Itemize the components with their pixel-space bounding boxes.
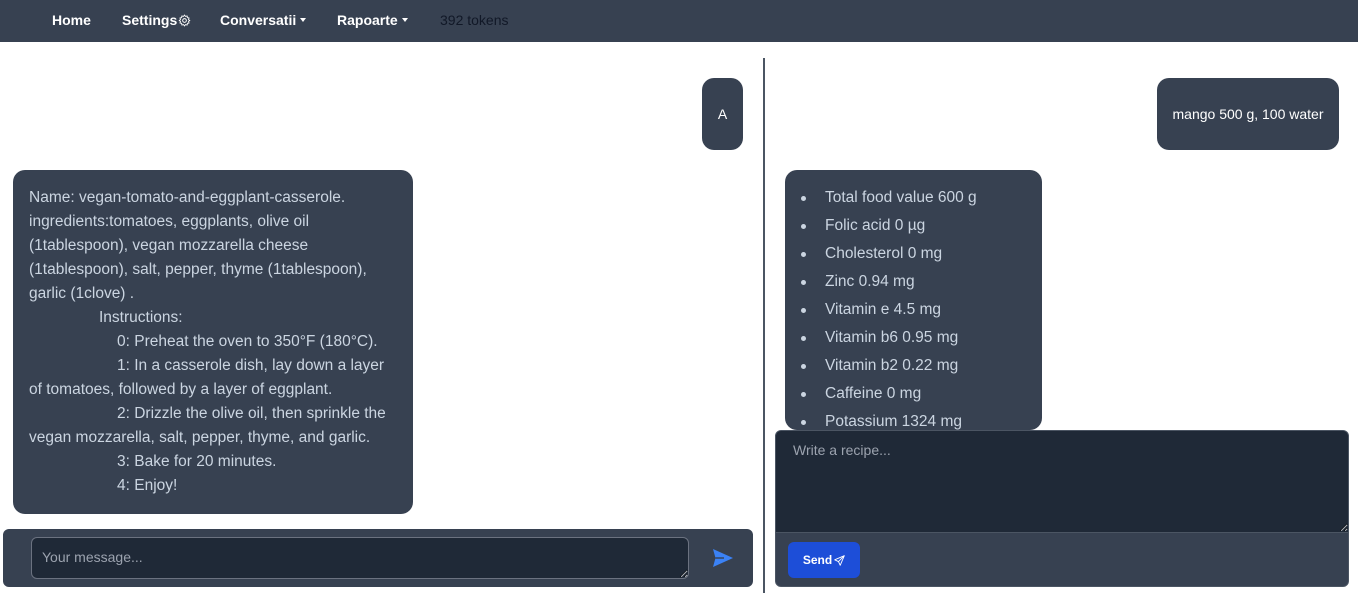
nutrient-item: Folic acid 0 µg bbox=[801, 214, 1042, 242]
nutrient-item: Vitamin b2 0.22 mg bbox=[801, 354, 1042, 382]
user-message-text: A bbox=[717, 106, 728, 122]
token-counter: 392 tokens bbox=[440, 12, 509, 28]
nutrient-item: Potassium 1324 mg bbox=[801, 410, 1042, 430]
nutrient-item: Vitamin e 4.5 mg bbox=[801, 298, 1042, 326]
user-message-bubble: mango 500 g, 100 water bbox=[1157, 78, 1339, 150]
top-navbar: Home Settings Conversatii Rapoarte 392 t… bbox=[0, 0, 1358, 42]
instruction-step: 3: Bake for 20 minutes. bbox=[117, 453, 277, 470]
paper-plane-icon bbox=[834, 554, 845, 566]
caret-down-icon bbox=[300, 18, 307, 23]
gear-icon bbox=[178, 14, 191, 27]
user-message-text: mango 500 g, 100 water bbox=[1172, 106, 1324, 122]
nav-settings-link[interactable]: Settings bbox=[122, 12, 191, 28]
caret-down-icon bbox=[401, 18, 408, 23]
message-input[interactable] bbox=[31, 537, 689, 579]
instructions-label: Instructions: bbox=[99, 309, 183, 326]
instruction-step: 0: Preheat the oven to 350°F (180°C). bbox=[117, 333, 378, 350]
user-message-bubble: A bbox=[702, 78, 743, 150]
nutrient-list: Total food value 600 g Folic acid 0 µg C… bbox=[801, 186, 1042, 430]
recipe-input[interactable] bbox=[776, 431, 1348, 533]
recipe-composer: Send bbox=[775, 430, 1349, 587]
recipe-ingredients: ingredients:tomatoes, eggplants, olive o… bbox=[29, 213, 367, 302]
nutrition-response-bubble: Total food value 600 g Folic acid 0 µg C… bbox=[785, 170, 1042, 430]
nav-settings-label: Settings bbox=[122, 12, 178, 28]
nutrient-item: Cholesterol 0 mg bbox=[801, 242, 1042, 270]
send-button-label: Send bbox=[802, 553, 833, 567]
instruction-step: 1: In a casserole dish, lay down a layer… bbox=[29, 357, 385, 398]
nutrient-item: Vitamin b6 0.95 mg bbox=[801, 326, 1042, 354]
nutrient-item: Caffeine 0 mg bbox=[801, 382, 1042, 410]
recipe-name: Name: vegan-tomato-and-eggplant-casserol… bbox=[29, 189, 346, 206]
paper-plane-icon[interactable] bbox=[710, 546, 736, 570]
send-button[interactable]: Send bbox=[788, 542, 860, 578]
pane-divider bbox=[763, 58, 765, 593]
nav-reports-dropdown[interactable]: Rapoarte bbox=[337, 12, 408, 28]
nav-conversations-dropdown[interactable]: Conversatii bbox=[220, 12, 307, 28]
nutrient-item: Total food value 600 g bbox=[801, 186, 1042, 214]
nav-home-link[interactable]: Home bbox=[52, 12, 91, 28]
message-composer bbox=[3, 529, 753, 587]
recipe-response-bubble: Name: vegan-tomato-and-eggplant-casserol… bbox=[13, 170, 413, 514]
nav-reports-label: Rapoarte bbox=[337, 12, 398, 28]
nav-conversations-label: Conversatii bbox=[220, 12, 297, 28]
instruction-step: 2: Drizzle the olive oil, then sprinkle … bbox=[29, 405, 386, 446]
nutrient-item: Zinc 0.94 mg bbox=[801, 270, 1042, 298]
instruction-step: 4: Enjoy! bbox=[117, 477, 178, 494]
